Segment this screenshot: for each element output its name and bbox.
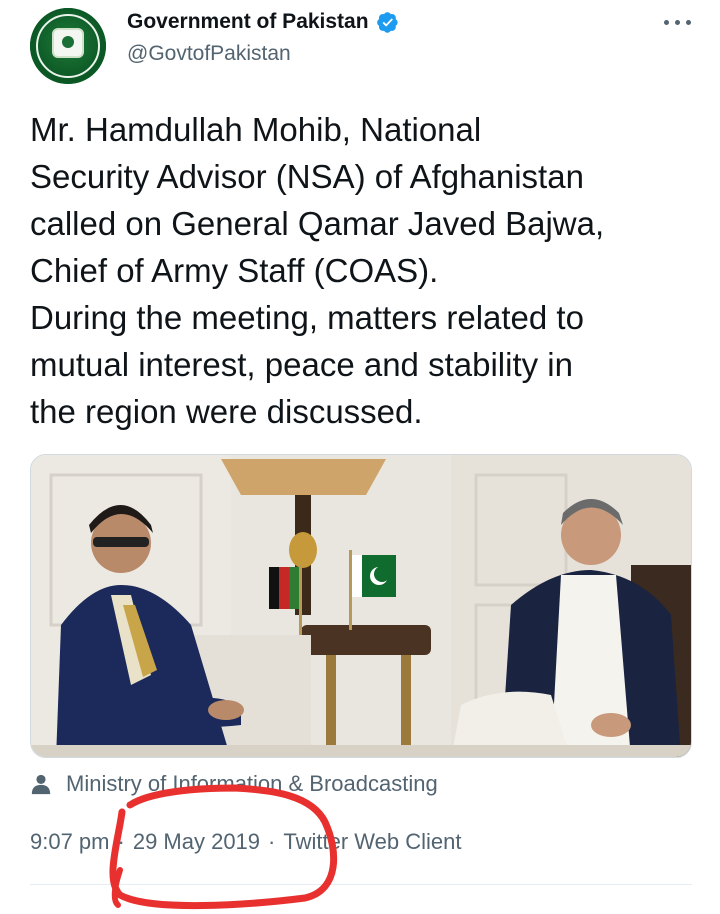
emblem-icon — [52, 28, 84, 58]
tweet-time[interactable]: 9:07 pm — [30, 829, 110, 855]
tweet-line: Chief of Army Staff (COAS). — [30, 252, 439, 289]
tweet-header: Government of Pakistan @GovtofPakistan — [0, 0, 720, 90]
meta-separator: · — [117, 829, 125, 854]
tweet-line: the region were discussed. — [30, 393, 423, 430]
name-row: Government of Pakistan — [127, 8, 399, 36]
tweet-line: mutual interest, peace and stability in — [30, 346, 573, 383]
meta-separator: · — [268, 829, 276, 854]
display-name[interactable]: Government of Pakistan — [127, 10, 369, 34]
tweet-meta: 9:07 pm · 29 May 2019 · Twitter Web Clie… — [30, 826, 461, 858]
person-icon — [31, 774, 51, 795]
account-handle[interactable]: @GovtofPakistan — [127, 42, 291, 66]
tweet-text: Mr. Hamdullah Mohib, National Security A… — [30, 106, 700, 435]
account-avatar[interactable] — [30, 8, 106, 84]
more-dot — [686, 20, 691, 25]
verified-badge-icon — [376, 12, 398, 33]
attribution-label[interactable]: Ministry of Information & Broadcasting — [66, 771, 438, 797]
tweet-line: called on General Qamar Javed Bajwa, — [30, 205, 605, 242]
tweet-line: Security Advisor (NSA) of Afghanistan — [30, 158, 584, 195]
photo-attribution: Ministry of Information & Broadcasting — [30, 768, 438, 800]
meeting-photo-illustration — [31, 455, 691, 757]
more-dot — [675, 20, 680, 25]
tweet-date[interactable]: 29 May 2019 — [133, 829, 260, 855]
tweet-line: During the meeting, matters related to — [30, 299, 584, 336]
more-options-icon[interactable] — [664, 14, 692, 30]
tweet-client[interactable]: Twitter Web Client — [283, 829, 461, 855]
tweet-photo[interactable] — [30, 454, 692, 758]
divider — [30, 884, 692, 885]
tweet-line: Mr. Hamdullah Mohib, National — [30, 111, 482, 148]
more-dot — [664, 20, 669, 25]
